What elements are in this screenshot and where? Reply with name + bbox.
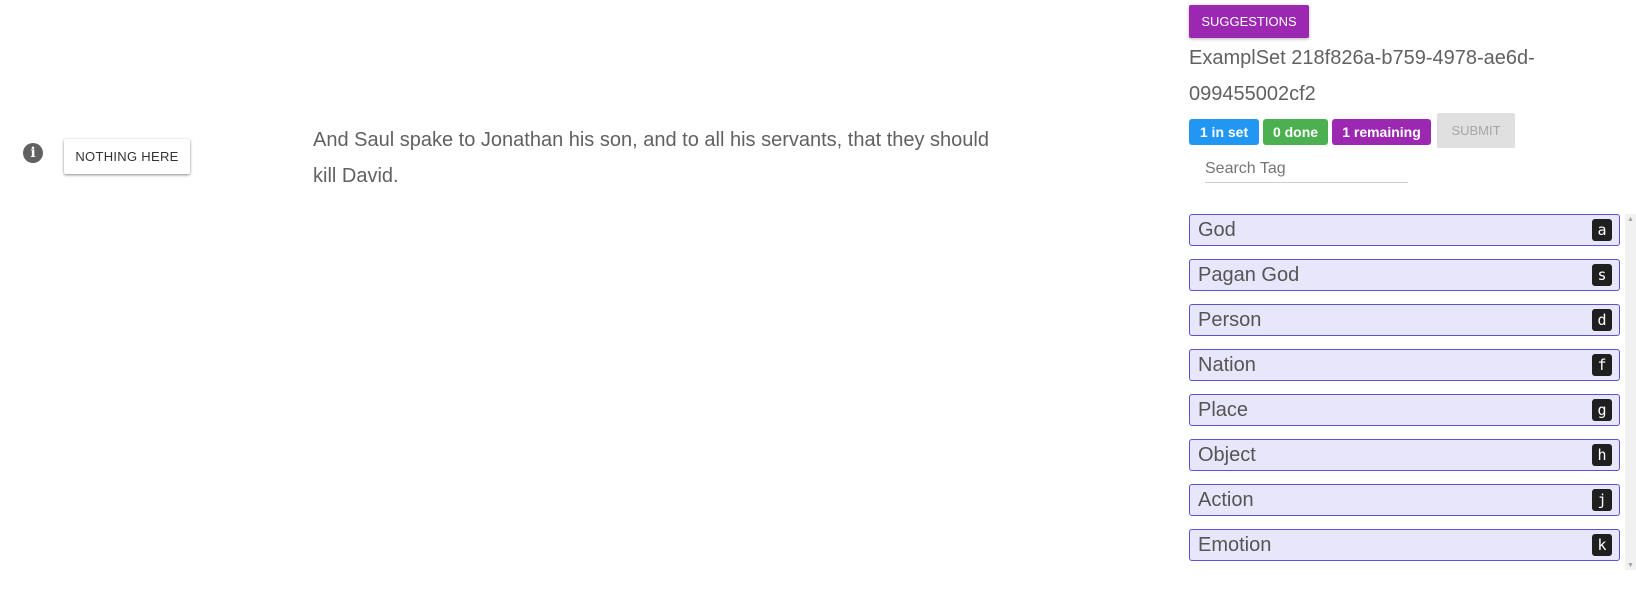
set-title: ExamplSet 218f826a-b759-4978-ae6d-099455… — [1189, 47, 1535, 105]
tag-shortcut-key: d — [1592, 309, 1612, 331]
tag-shortcut-key: s — [1592, 264, 1612, 286]
done-badge: 0 done — [1263, 119, 1328, 145]
tag-item-object[interactable]: Object h — [1189, 439, 1620, 471]
info-icon[interactable]: i — [23, 143, 43, 163]
tag-label: Place — [1198, 398, 1249, 421]
scroll-up-arrow-icon[interactable]: ▲ — [1625, 214, 1636, 224]
tag-item-person[interactable]: Person d — [1189, 304, 1620, 336]
tag-label: Pagan God — [1198, 263, 1300, 286]
nothing-here-button[interactable]: NOTHING HERE — [64, 139, 190, 174]
tag-item-emotion[interactable]: Emotion k — [1189, 529, 1620, 561]
tag-item-nation[interactable]: Nation f — [1189, 349, 1620, 381]
tag-label: Nation — [1198, 353, 1256, 376]
tag-shortcut-key: j — [1592, 489, 1612, 511]
remaining-badge: 1 remaining — [1332, 119, 1431, 145]
tag-label: Object — [1198, 443, 1256, 466]
tag-label: Action — [1198, 488, 1254, 511]
tag-label: God — [1198, 218, 1236, 241]
search-tag-input[interactable] — [1205, 156, 1408, 183]
scroll-down-arrow-icon[interactable]: ▼ — [1625, 560, 1636, 570]
tag-label: Person — [1198, 308, 1262, 331]
tag-shortcut-key: h — [1592, 444, 1612, 466]
in-set-badge: 1 in set — [1189, 119, 1259, 145]
tag-item-place[interactable]: Place g — [1189, 394, 1620, 426]
tag-shortcut-key: k — [1592, 534, 1612, 556]
verse-text[interactable]: And Saul spake to Jonathan his son, and … — [313, 122, 1013, 194]
tag-item-action[interactable]: Action j — [1189, 484, 1620, 516]
tag-item-god[interactable]: God a — [1189, 214, 1620, 246]
tag-item-pagan-god[interactable]: Pagan God s — [1189, 259, 1620, 291]
tag-list-scrollbar[interactable]: ▲ ▼ — [1625, 214, 1636, 570]
tag-shortcut-key: g — [1592, 399, 1612, 421]
suggestions-button[interactable]: SUGGESTIONS — [1189, 5, 1309, 38]
tag-shortcut-key: f — [1592, 354, 1612, 376]
submit-button[interactable]: SUBMIT — [1437, 113, 1515, 148]
tag-shortcut-key: a — [1592, 219, 1612, 241]
tag-label: Emotion — [1198, 533, 1272, 556]
